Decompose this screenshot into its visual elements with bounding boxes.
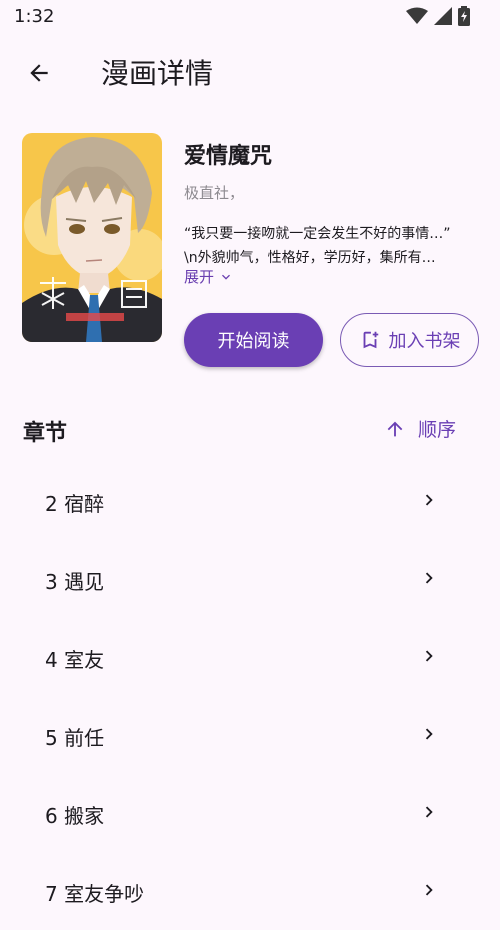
- chapter-item[interactable]: 2 宿醉: [0, 462, 500, 540]
- chevron-right-icon: [425, 494, 433, 506]
- back-button[interactable]: [20, 54, 58, 92]
- chevron-right-icon: [425, 728, 433, 740]
- chapter-label: 5 前任: [45, 726, 105, 750]
- chapters-title: 章节: [23, 421, 68, 446]
- chevron-right-icon: [425, 806, 433, 818]
- chapter-label: 6 搬家: [45, 804, 105, 828]
- page-title: 漫画详情: [101, 57, 214, 90]
- add-to-shelf-button[interactable]: 加入书架: [340, 313, 479, 367]
- chapter-item[interactable]: 5 前任: [0, 696, 500, 774]
- chapter-label: 4 室友: [45, 648, 105, 672]
- chevron-right-icon: [425, 884, 433, 896]
- comic-description: “我只要一接吻就一定会发生不好的事情…” \n外貌帅气，性格好，学历好，集所有…: [184, 222, 476, 270]
- bookmark-add-icon: [363, 331, 378, 349]
- arrow-up-icon: [387, 421, 403, 436]
- wifi-icon: [406, 7, 428, 24]
- chevron-down-icon: [222, 274, 231, 280]
- chapter-item[interactable]: 3 遇见: [0, 540, 500, 618]
- chapter-list: 2 宿醉 3 遇见 4 室友 5 前任 6 搬家 7 室友争吵: [0, 462, 500, 930]
- chevron-right-icon: [425, 572, 433, 584]
- chapter-label: 7 室友争吵: [45, 882, 145, 906]
- status-icons: [406, 6, 470, 26]
- add-to-shelf-label: 加入书架: [388, 331, 461, 352]
- status-bar: 1:32: [0, 0, 500, 34]
- comic-title: 爱情魔咒: [184, 144, 273, 169]
- chapters-header: 章节 顺序: [0, 405, 500, 455]
- chapter-label: 2 宿醉: [45, 492, 105, 516]
- start-reading-label: 开始阅读: [217, 331, 290, 352]
- chapter-item[interactable]: 6 搬家: [0, 774, 500, 852]
- chapter-item[interactable]: 7 室友争吵: [0, 852, 500, 930]
- start-reading-button[interactable]: 开始阅读: [184, 313, 323, 367]
- status-time: 1:32: [14, 6, 55, 27]
- expand-description-button[interactable]: 展开: [184, 266, 234, 287]
- signal-icon: [434, 7, 452, 25]
- chapter-item[interactable]: 4 室友: [0, 618, 500, 696]
- comic-cover-image: [22, 133, 162, 342]
- app-bar: 漫画详情: [0, 40, 500, 104]
- comic-author: 极直社，: [184, 184, 245, 202]
- chevron-right-icon: [425, 650, 433, 662]
- chapter-label: 3 遇见: [45, 570, 105, 594]
- sort-order-label: 顺序: [418, 419, 457, 441]
- expand-label: 展开: [184, 268, 215, 286]
- arrow-back-icon: [30, 64, 48, 82]
- battery-icon: [458, 6, 470, 26]
- sort-order-button[interactable]: 顺序: [384, 415, 456, 442]
- description-line: “我只要一接吻就一定会发生不好的事情…”: [184, 226, 451, 242]
